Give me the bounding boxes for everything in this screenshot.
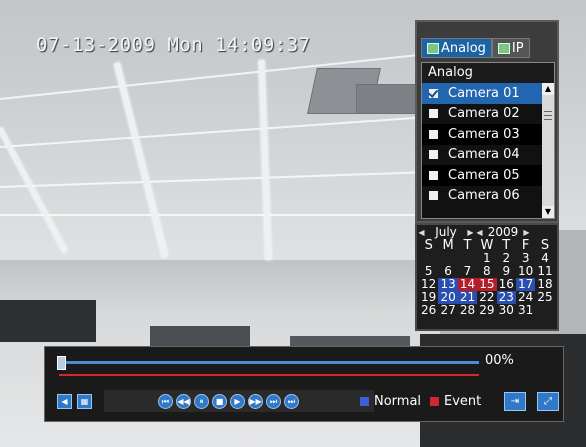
weekday-label: M: [442, 238, 454, 253]
camera-row[interactable]: Camera 04: [422, 145, 554, 166]
skip-end-icon[interactable]: ⏭: [284, 394, 299, 409]
skip-start-icon[interactable]: ⏮: [158, 394, 173, 409]
camera-checkbox[interactable]: [429, 129, 438, 139]
audio-icon[interactable]: ◀: [57, 394, 72, 409]
calendar-day[interactable]: 27: [438, 304, 457, 317]
pause-icon[interactable]: ⏸: [194, 394, 209, 409]
weekday-label: T: [463, 238, 472, 253]
dark-furniture: [0, 300, 96, 342]
camera-label: Camera 01: [448, 85, 520, 101]
clip-icon[interactable]: ▦: [77, 394, 92, 409]
playback-screen: 07-13-2009 Mon 14:09:37 Analog IP Analog…: [0, 0, 586, 447]
scroll-thumb[interactable]: [544, 107, 552, 129]
playback-controls: ◀ ▦ ⏮ ◀◀ ⏸ ■ ▶ ▶▶ ⏭ ⏭ ⇥ ⤢ Normal Event: [44, 389, 564, 415]
calendar-grid: S M T W T F S 1 2 3 4 5 6 7 8 9 10 11 12 13 14 15 16 17 18 19 20 21…: [417, 239, 557, 317]
tab-ip[interactable]: IP: [491, 38, 530, 58]
camera-label: Camera 04: [448, 147, 520, 163]
camera-label: Camera 02: [448, 106, 520, 122]
camera-label: Camera 05: [448, 167, 520, 183]
legend-normal: Normal: [360, 394, 421, 409]
calendar-day[interactable]: 26: [419, 304, 438, 317]
weekday-label: S: [424, 238, 433, 253]
camera-tabs: Analog IP: [421, 38, 530, 60]
calendar-blank: [535, 304, 554, 317]
progress-handle[interactable]: [57, 356, 66, 370]
calendar-day[interactable]: 25: [535, 291, 554, 304]
legend-label: Event: [444, 394, 482, 409]
prev-year-icon[interactable]: ◀: [475, 228, 484, 237]
camera-checkbox[interactable]: [429, 109, 438, 119]
fast-forward-icon[interactable]: ▶▶: [248, 394, 263, 409]
camera-panel: Analog IP Analog Camera 01 Camera 02 Cam…: [415, 20, 559, 223]
skip-forward-icon[interactable]: ⏭: [266, 394, 281, 409]
next-year-icon[interactable]: ▶: [522, 228, 531, 237]
play-icon[interactable]: ▶: [230, 394, 245, 409]
tab-ip-label: IP: [511, 40, 524, 56]
legend-label: Normal: [374, 394, 422, 409]
scroll-up-icon[interactable]: ▲: [542, 83, 554, 95]
camera-checkbox[interactable]: [429, 191, 438, 201]
camera-row[interactable]: Camera 06: [422, 186, 554, 207]
camera-checkbox[interactable]: [429, 170, 438, 180]
camera-checkbox[interactable]: [429, 88, 438, 98]
camera-label: Camera 03: [448, 126, 520, 142]
calendar-day[interactable]: 28: [458, 304, 477, 317]
camera-row[interactable]: Camera 05: [422, 165, 554, 186]
camera-list-scrollbar[interactable]: ▲ ▼: [542, 83, 554, 218]
scroll-down-icon[interactable]: ▼: [542, 206, 554, 218]
next-month-icon[interactable]: ▶: [466, 228, 475, 237]
calendar-nav: ◀ July ▶ ◀ 2009 ▶: [417, 225, 557, 239]
prev-month-icon[interactable]: ◀: [417, 228, 426, 237]
progress-percent: 00%: [485, 353, 514, 368]
camera-label: Camera 06: [448, 188, 520, 204]
camera-row[interactable]: Camera 03: [422, 124, 554, 145]
camera-row[interactable]: Camera 02: [422, 104, 554, 125]
camera-list-header: Analog: [422, 63, 554, 83]
camera-row[interactable]: Camera 01: [422, 83, 554, 104]
analog-icon: [427, 42, 439, 54]
calendar-year: 2009: [487, 225, 519, 239]
osd-timestamp: 07-13-2009 Mon 14:09:37: [36, 34, 311, 56]
stop-icon[interactable]: ■: [212, 394, 227, 409]
rewind-icon[interactable]: ◀◀: [176, 394, 191, 409]
ip-icon: [497, 42, 510, 54]
legend-swatch: [360, 397, 369, 406]
camera-checkbox[interactable]: [429, 150, 438, 160]
record-timeline[interactable]: [59, 374, 479, 376]
tab-analog[interactable]: Analog: [421, 38, 492, 58]
camera-list: Analog Camera 01 Camera 02 Camera 03 Cam…: [421, 62, 555, 219]
fullscreen-icon[interactable]: ⤢: [537, 392, 559, 411]
ceiling-line: [0, 214, 440, 216]
calendar-day[interactable]: 29: [477, 304, 496, 317]
calendar: ◀ July ▶ ◀ 2009 ▶ S M T W T F S 1 2 3 4 5 6 7 8 9 10 11 12…: [415, 223, 559, 331]
calendar-day[interactable]: 30: [497, 304, 516, 317]
dark-furniture: [150, 326, 250, 346]
legend-event: Event: [430, 394, 481, 409]
calendar-month: July: [435, 225, 457, 239]
calendar-day[interactable]: 31: [516, 304, 535, 317]
tab-analog-label: Analog: [441, 40, 486, 56]
exit-icon[interactable]: ⇥: [504, 392, 526, 411]
progress-track[interactable]: [59, 361, 479, 364]
legend-swatch: [430, 397, 439, 406]
